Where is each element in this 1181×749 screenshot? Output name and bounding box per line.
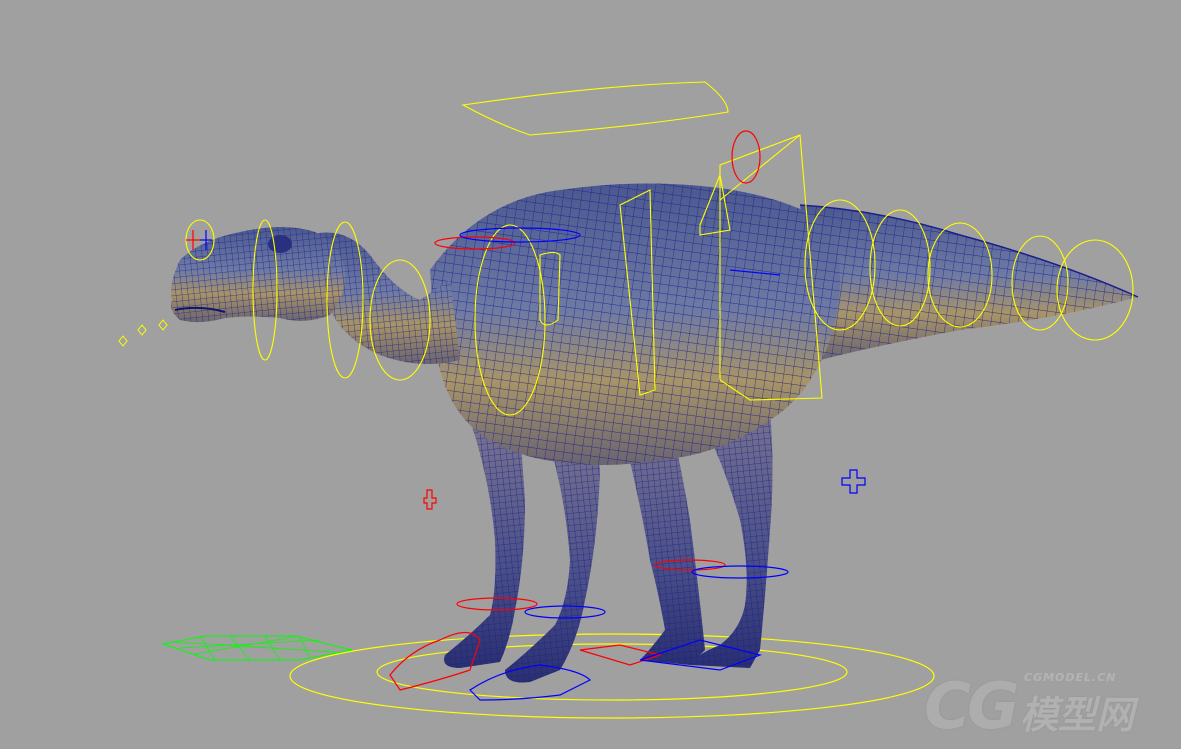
scene-canvas[interactable] bbox=[0, 0, 1181, 749]
watermark-site-text: CGMODEL.CN bbox=[1024, 671, 1117, 684]
watermark-cn-text: 模型网 bbox=[1020, 693, 1135, 737]
body-mesh[interactable] bbox=[430, 183, 840, 466]
eye bbox=[268, 235, 292, 253]
head-mesh[interactable] bbox=[171, 227, 345, 323]
watermark-logo: CGMODEL.CN CG 模型网 bbox=[924, 669, 1169, 739]
ground-grid-control[interactable] bbox=[161, 635, 353, 661]
tail-mesh[interactable] bbox=[799, 204, 1139, 360]
mouth-controls[interactable] bbox=[118, 319, 168, 347]
watermark-cg-text: CG bbox=[924, 670, 1019, 744]
3d-viewport[interactable]: CGMODEL.CN CG 模型网 bbox=[0, 0, 1181, 749]
